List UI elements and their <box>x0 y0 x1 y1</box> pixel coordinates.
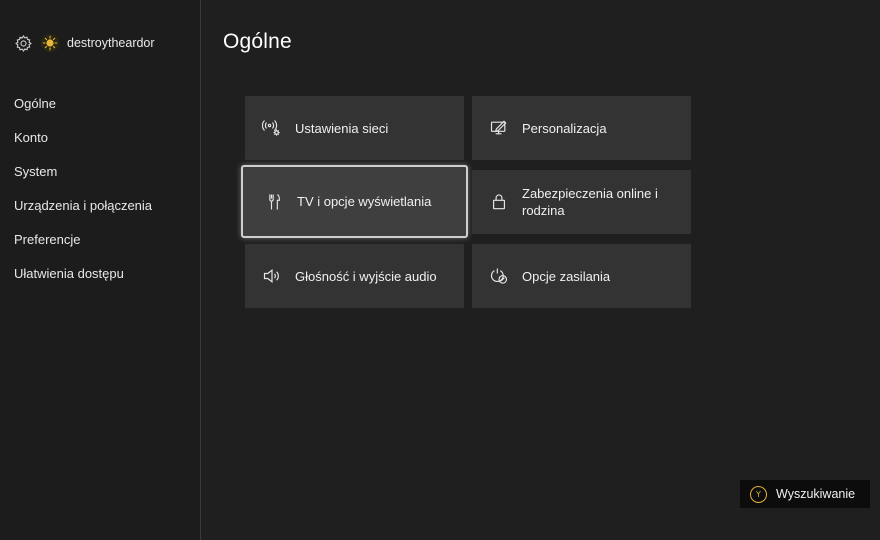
sidebar-nav: Ogólne Konto System Urządzenia i połącze… <box>14 92 152 296</box>
gear-icon[interactable] <box>14 34 33 53</box>
tile-network-settings[interactable]: Ustawienia sieci <box>245 96 464 160</box>
speaker-icon <box>261 265 283 287</box>
tile-personalization[interactable]: Personalizacja <box>472 96 691 160</box>
y-button-icon: Y <box>750 485 767 503</box>
sidebar-item-general[interactable]: Ogólne <box>14 92 152 126</box>
tile-label: Opcje zasilania <box>522 268 611 284</box>
tile-label: Ustawienia sieci <box>295 120 389 136</box>
tile-label: Głośność i wyjście audio <box>295 268 437 284</box>
sidebar-item-account[interactable]: Konto <box>14 126 152 160</box>
sidebar-item-accessibility[interactable]: Ułatwienia dostępu <box>14 262 152 296</box>
tile-label: Personalizacja <box>522 120 607 136</box>
tv-display-icon <box>263 191 285 213</box>
sidebar-item-devices-connections[interactable]: Urządzenia i połączenia <box>14 194 152 228</box>
power-icon <box>488 265 510 287</box>
search-label: Wyszukiwanie <box>776 487 856 501</box>
sidebar-item-preferences[interactable]: Preferencje <box>14 228 152 262</box>
gamertag: destroytheardor <box>67 36 155 50</box>
tile-label: TV i opcje wyświetlania <box>297 194 432 209</box>
sidebar: destroytheardor Ogólne Konto System Urzą… <box>0 0 201 540</box>
avatar[interactable] <box>41 34 59 52</box>
page-title: Ogólne <box>223 30 292 53</box>
tile-label: Zabezpieczenia online i rodzina <box>522 186 658 218</box>
lock-icon <box>488 191 510 213</box>
sidebar-item-system[interactable]: System <box>14 160 152 194</box>
tile-online-safety-family[interactable]: Zabezpieczenia online i rodzina <box>472 170 691 234</box>
profile-header: destroytheardor <box>14 33 155 53</box>
personalization-icon <box>488 117 510 139</box>
tile-tv-display[interactable]: TV i opcje wyświetlania <box>241 165 468 238</box>
tile-power-options[interactable]: Opcje zasilania <box>472 244 691 308</box>
tile-volume-audio[interactable]: Głośność i wyjście audio <box>245 244 464 308</box>
search-button[interactable]: Y Wyszukiwanie <box>740 480 870 508</box>
network-settings-icon <box>261 117 283 139</box>
